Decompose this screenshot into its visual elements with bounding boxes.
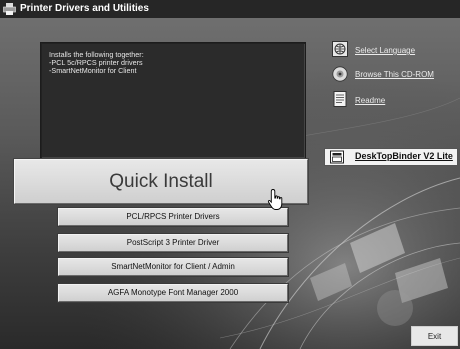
- postscript3-driver-button[interactable]: PostScript 3 Printer Driver: [58, 234, 288, 252]
- browse-cdrom-link[interactable]: Browse This CD-ROM: [355, 70, 434, 79]
- title-bar[interactable]: Printer Drivers and Utilities: [0, 0, 460, 18]
- cd-rom-icon[interactable]: [332, 66, 348, 82]
- readme-link[interactable]: Readme: [355, 96, 385, 105]
- agfa-font-manager-button[interactable]: AGFA Monotype Font Manager 2000: [58, 284, 288, 302]
- document-icon[interactable]: [332, 91, 348, 107]
- smartnetmonitor-button[interactable]: SmartNetMonitor for Client / Admin: [58, 258, 288, 276]
- binder-icon: [330, 150, 344, 164]
- main-content: Installs the following together: -PCL 5c…: [0, 18, 460, 349]
- select-language-link[interactable]: Select Language: [355, 46, 415, 55]
- window-title: Printer Drivers and Utilities: [20, 3, 149, 14]
- pcl-rpcs-drivers-button[interactable]: PCL/RPCS Printer Drivers: [58, 208, 288, 226]
- quick-install-button[interactable]: Quick Install: [14, 159, 308, 204]
- hand-pointer-icon: [267, 189, 283, 210]
- globe-icon[interactable]: [332, 41, 348, 57]
- desktopbinder-link-box[interactable]: DeskTopBinder V2 Lite: [324, 148, 458, 166]
- desktopbinder-label: DeskTopBinder V2 Lite: [355, 151, 453, 161]
- printer-icon: [3, 3, 16, 15]
- exit-button[interactable]: Exit: [411, 326, 458, 346]
- description-line: -SmartNetMonitor for Client: [49, 66, 137, 75]
- description-panel: Installs the following together: -PCL 5c…: [40, 42, 306, 159]
- installer-window: Printer Drivers and Utilities Installs t…: [0, 0, 460, 349]
